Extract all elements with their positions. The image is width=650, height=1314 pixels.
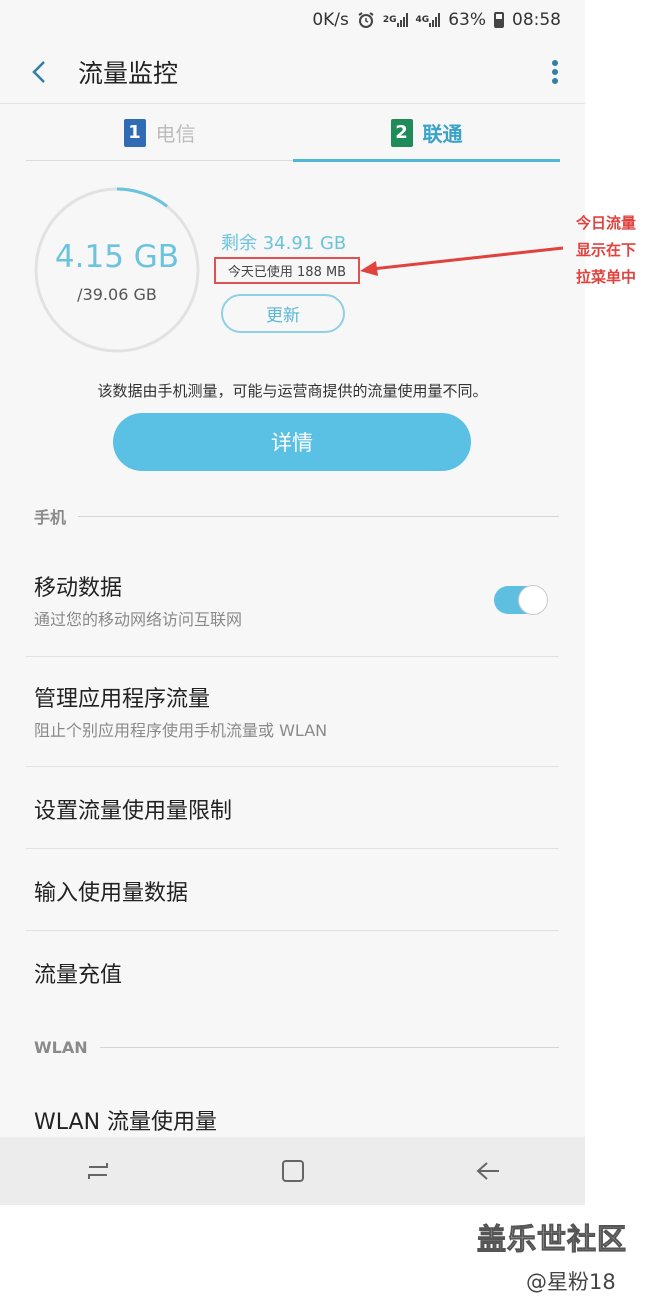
row-set-limit[interactable]: 设置流量使用量限制: [34, 770, 559, 848]
signal-4g-icon: 4G: [416, 13, 441, 27]
row-input-usage[interactable]: 输入使用量数据: [34, 852, 559, 930]
signal-2g-icon: 2G: [383, 13, 408, 27]
recents-icon: [87, 1163, 108, 1179]
tab-sim2[interactable]: 2 联通: [293, 105, 560, 162]
clock: 08:58: [512, 10, 561, 30]
more-vert-icon: [552, 59, 558, 84]
today-used: 今天已使用 188 MB: [214, 257, 360, 284]
recents-button[interactable]: [68, 1141, 128, 1201]
status-bar: 0K/s 2G 4G 63% 08:58: [0, 0, 585, 40]
refresh-button[interactable]: 更新: [221, 294, 345, 333]
network-speed: 0K/s: [312, 10, 349, 30]
section-label-wlan: WLAN: [34, 1037, 88, 1057]
page-title: 流量监控: [78, 58, 179, 88]
tab-sim1-label: 电信: [155, 122, 196, 146]
row-manage-app-data[interactable]: 管理应用程序流量 阻止个别应用程序使用手机流量或 WLAN: [34, 671, 559, 751]
used-amount: 4.15 GB: [54, 239, 180, 275]
row-divider: [26, 930, 559, 931]
usage-gauge: 4.15 GB /39.06 GB: [34, 187, 200, 353]
sim2-badge: 2: [390, 118, 413, 147]
section-header-phone: 手机: [34, 504, 559, 528]
battery-icon: [494, 12, 504, 28]
annotation-line-1: 今日流量: [575, 214, 636, 232]
chevron-left-icon: [32, 60, 45, 83]
row-mobile-data-title: 移动数据: [34, 576, 123, 601]
back-nav-button[interactable]: [458, 1141, 518, 1201]
alarm-icon: [357, 11, 375, 29]
tab-sim2-label: 联通: [422, 122, 463, 146]
network-type-4g: 4G: [415, 15, 430, 25]
section-divider: [99, 1046, 559, 1048]
watermark-title: 盖乐世社区: [476, 1222, 628, 1257]
battery-percent: 63%: [448, 10, 486, 30]
row-recharge[interactable]: 流量充值: [34, 934, 559, 1012]
network-type-2g: 2G: [382, 15, 397, 25]
row-wlan-usage-title: WLAN 流量使用量: [34, 1110, 218, 1135]
home-icon: [281, 1160, 304, 1182]
row-divider: [26, 656, 559, 657]
row-input-usage-title: 输入使用量数据: [34, 881, 189, 906]
disclaimer-text: 该数据由手机测量，可能与运营商提供的流量使用量不同。: [97, 382, 488, 400]
row-mobile-data-sub: 通过您的移动网络访问互联网: [34, 610, 243, 629]
total-amount: /39.06 GB: [77, 285, 157, 304]
home-button[interactable]: [263, 1141, 323, 1201]
more-options-button[interactable]: [525, 40, 585, 104]
phone-screen: 0K/s 2G 4G 63% 08:58 流量监控 1 电信 2 联通 4.15…: [0, 0, 585, 1205]
toggle-knob: [518, 585, 548, 615]
row-set-limit-title: 设置流量使用量限制: [34, 799, 233, 824]
remaining-amount: 剩余 34.91 GB: [221, 233, 347, 254]
row-divider: [26, 848, 559, 849]
tab-sim1[interactable]: 1 电信: [26, 105, 293, 160]
row-divider: [26, 766, 559, 767]
mobile-data-toggle[interactable]: [494, 585, 548, 615]
watermark-user: @星粉18: [526, 1270, 616, 1294]
annotation-line-2: 显示在下: [575, 241, 636, 259]
back-arrow-icon: [475, 1162, 499, 1180]
annotation-line-3: 拉菜单中: [575, 268, 636, 286]
section-divider: [78, 515, 559, 517]
details-button[interactable]: 详情: [113, 413, 471, 471]
annotation-arrow: [360, 246, 564, 276]
row-recharge-title: 流量充值: [34, 963, 123, 988]
sim-tabs: 1 电信 2 联通: [26, 105, 560, 162]
row-manage-app-sub: 阻止个别应用程序使用手机流量或 WLAN: [34, 721, 328, 740]
row-mobile-data[interactable]: 移动数据 通过您的移动网络访问互联网: [34, 560, 559, 640]
section-header-wlan: WLAN: [34, 1035, 559, 1059]
section-label-phone: 手机: [34, 508, 67, 527]
annotation-note: 今日流量 显示在下 拉菜单中: [566, 210, 646, 291]
row-manage-app-title: 管理应用程序流量: [34, 687, 211, 712]
sim1-badge: 1: [123, 118, 146, 147]
navigation-bar: [0, 1137, 585, 1205]
back-button[interactable]: [0, 40, 78, 104]
app-bar: 流量监控: [0, 40, 585, 104]
